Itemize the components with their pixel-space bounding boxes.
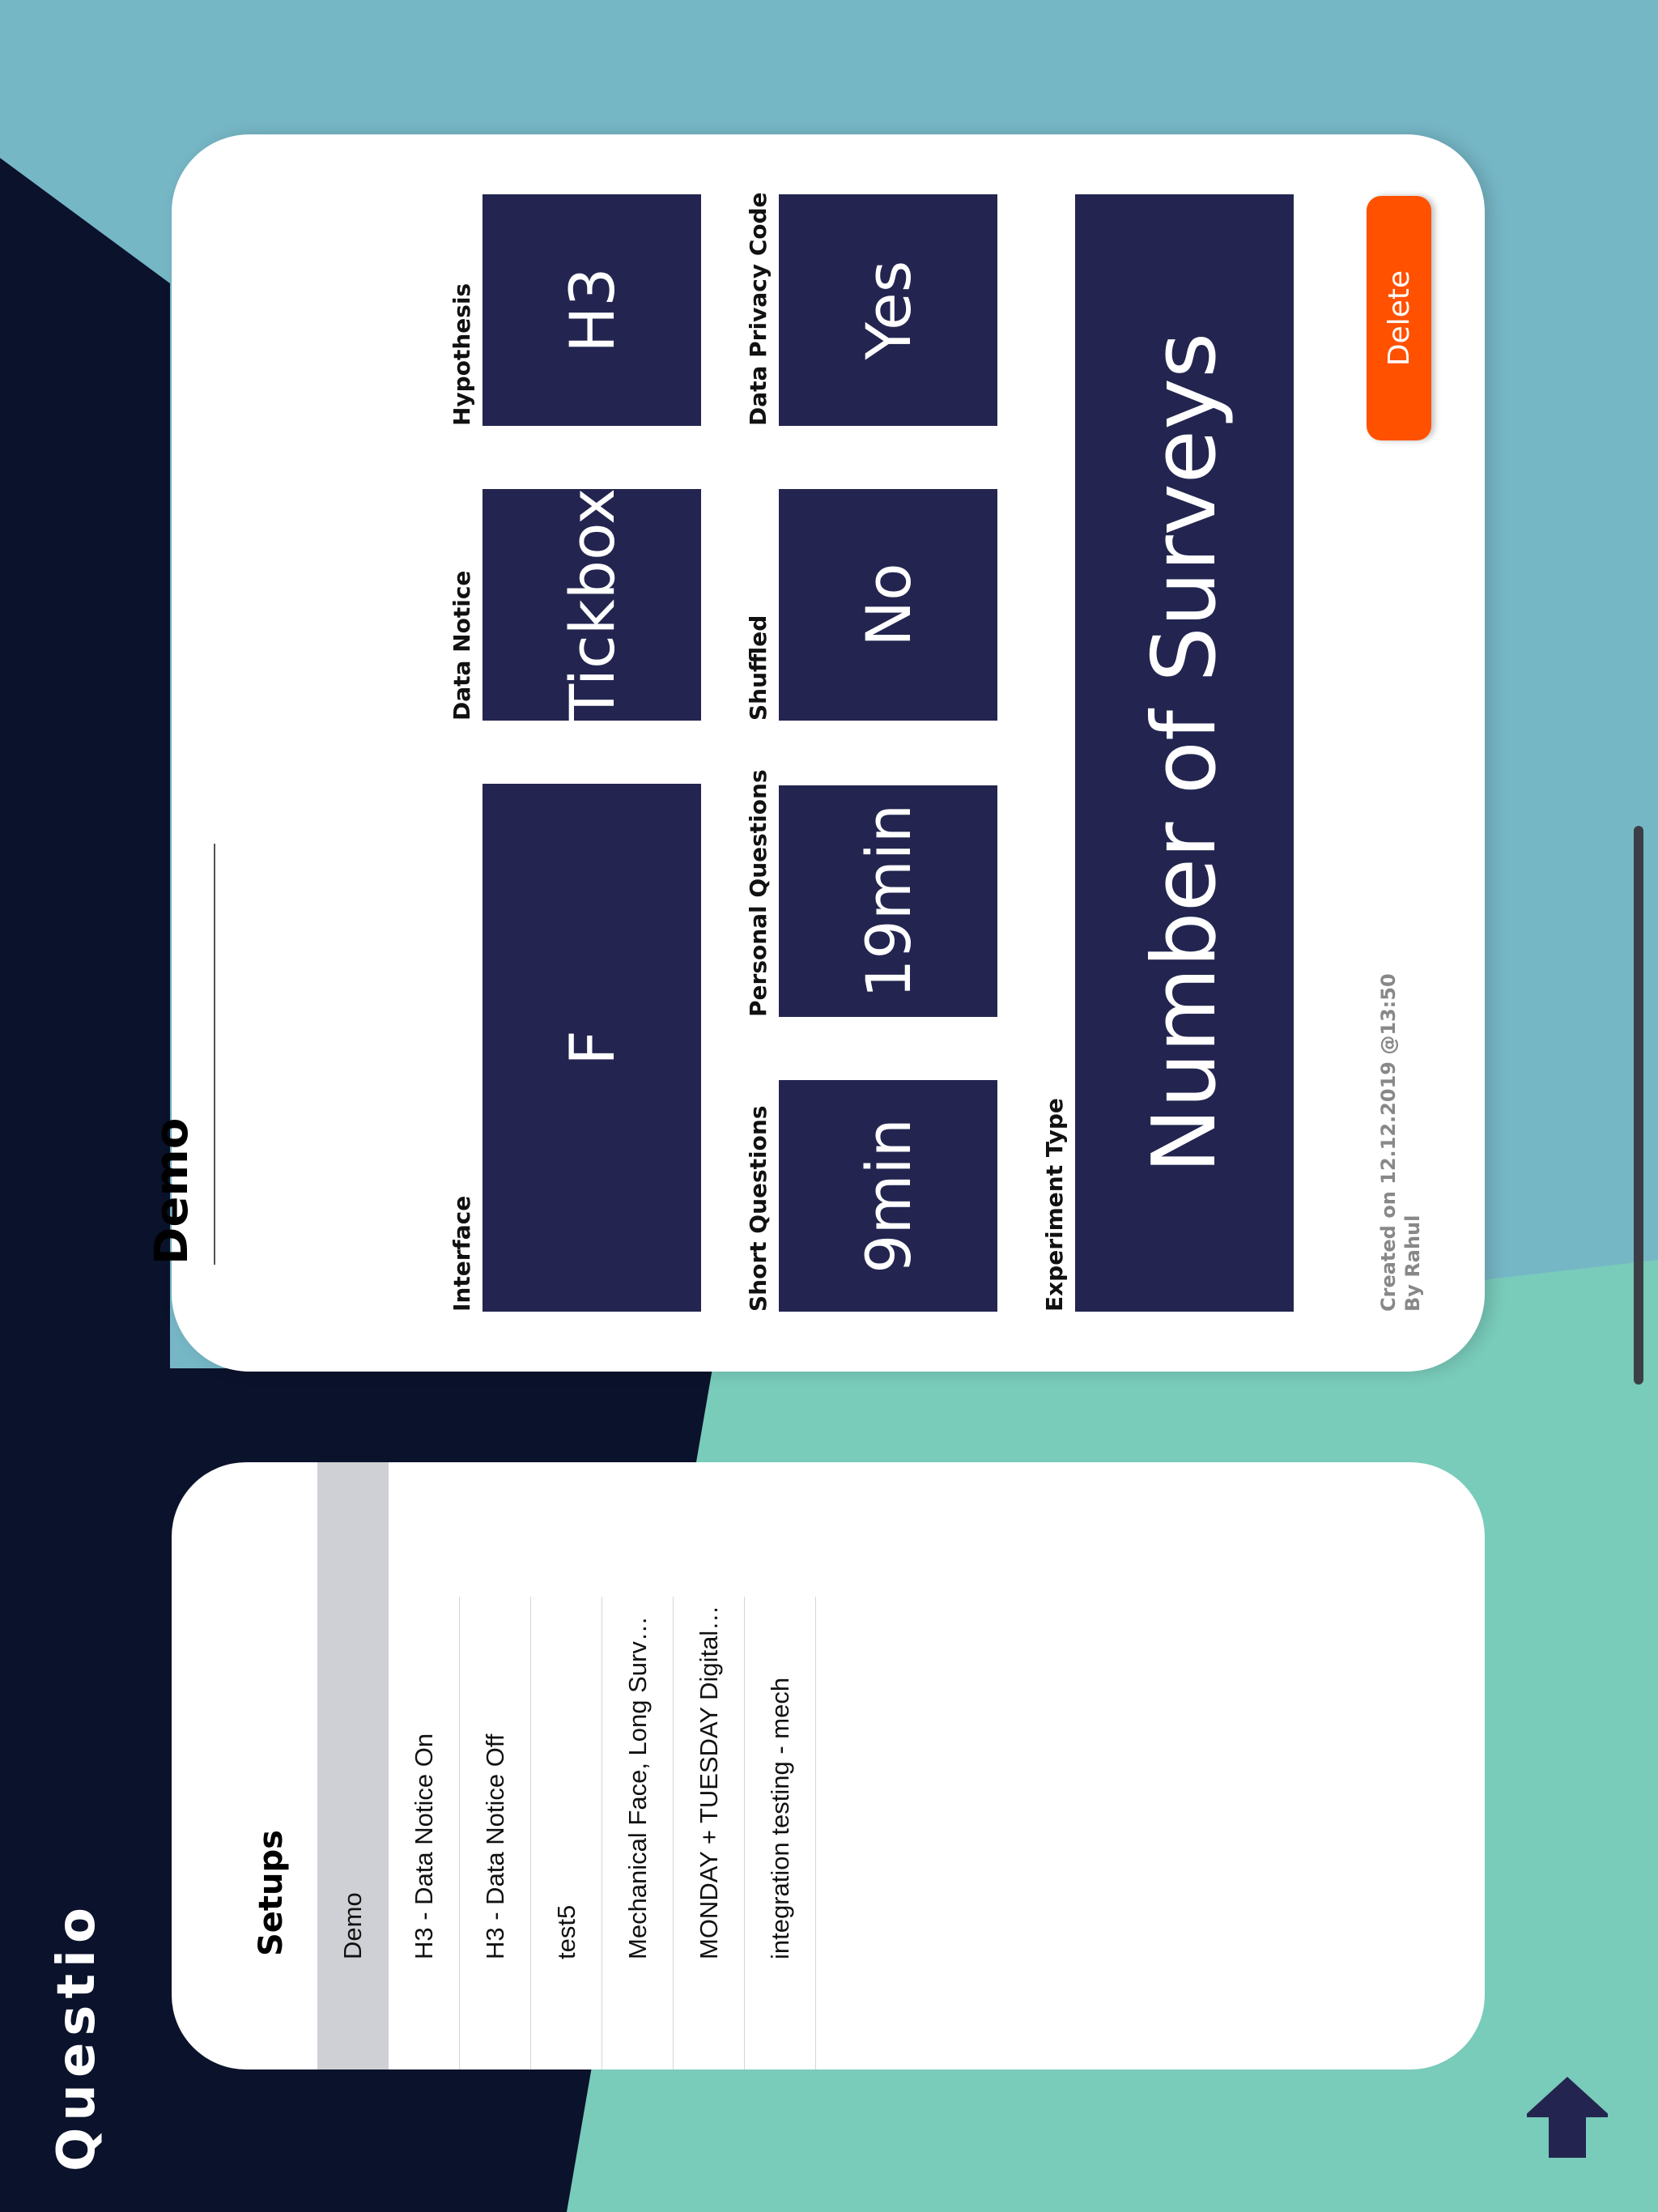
data-privacy-code-label: Data Privacy Code: [745, 192, 772, 426]
setup-item[interactable]: integration testing - mech: [745, 1597, 816, 2069]
rotated-canvas: Questio Setups Demo H3 - Data Notice On …: [0, 0, 1658, 2212]
hypothesis-tile[interactable]: H3: [483, 194, 701, 426]
setup-item-demo[interactable]: Demo: [317, 1462, 389, 2069]
created-info: Created on 12.12.2019 @13:50 By Rahul: [1376, 973, 1425, 1312]
hypothesis-label: Hypothesis: [449, 283, 475, 426]
setup-item-label: Mechanical Face, Long Survey [H2]: [623, 1603, 652, 1959]
setup-item[interactable]: H3 - Data Notice On: [389, 1597, 460, 2069]
setup-item[interactable]: H3 - Data Notice Off: [460, 1597, 531, 2069]
scrollbar[interactable]: [1634, 826, 1643, 1385]
setup-item[interactable]: MONDAY + TUESDAY Digital Face, Lon...: [674, 1597, 745, 2069]
author: By Rahul: [1401, 1214, 1424, 1312]
personal-questions-label: Personal Questions: [745, 769, 772, 1017]
title-divider: [214, 844, 215, 1265]
setup-item-label: H3 - Data Notice Off: [480, 1733, 509, 1959]
experiment-type-tile[interactable]: Number of Surveys: [1075, 194, 1294, 1312]
delete-button[interactable]: Delete: [1367, 196, 1431, 440]
setup-item-label: integration testing - mech: [765, 1677, 794, 1959]
app-logo: Questio: [47, 1901, 107, 2172]
setup-item-label: Demo: [338, 1892, 367, 1959]
setup-item-label: H3 - Data Notice On: [409, 1733, 438, 1959]
short-questions-tile[interactable]: 9min: [779, 1080, 997, 1312]
data-privacy-code-tile[interactable]: Yes: [779, 194, 997, 426]
shuffled-tile[interactable]: No: [779, 489, 997, 721]
down-arrow-icon[interactable]: [1527, 2073, 1608, 2162]
experiment-type-label: Experiment Type: [1041, 1098, 1068, 1312]
setups-title: Setups: [253, 1830, 290, 1956]
setup-item-label: test5: [551, 1904, 580, 1959]
setup-item-label: MONDAY + TUESDAY Digital Face, Lon...: [694, 1603, 723, 1959]
setup-item[interactable]: test5: [531, 1597, 602, 2069]
setups-list: Demo H3 - Data Notice On H3 - Data Notic…: [317, 1462, 816, 2069]
personal-questions-tile[interactable]: 19min: [779, 785, 997, 1017]
interface-label: Interface: [449, 1195, 475, 1312]
data-notice-tile[interactable]: Tickbox: [483, 488, 701, 721]
interface-tile[interactable]: F: [483, 784, 701, 1312]
created-date: Created on 12.12.2019 @13:50: [1377, 973, 1400, 1312]
short-questions-label: Short Questions: [745, 1105, 772, 1312]
setups-panel: Setups Demo H3 - Data Notice On H3 - Dat…: [172, 1462, 1485, 2069]
detail-title: Demo: [146, 1117, 198, 1265]
data-notice-label: Data Notice: [449, 570, 475, 721]
shuffled-label: Shuffled: [745, 615, 772, 721]
setup-item[interactable]: Mechanical Face, Long Survey [H2]: [602, 1597, 674, 2069]
